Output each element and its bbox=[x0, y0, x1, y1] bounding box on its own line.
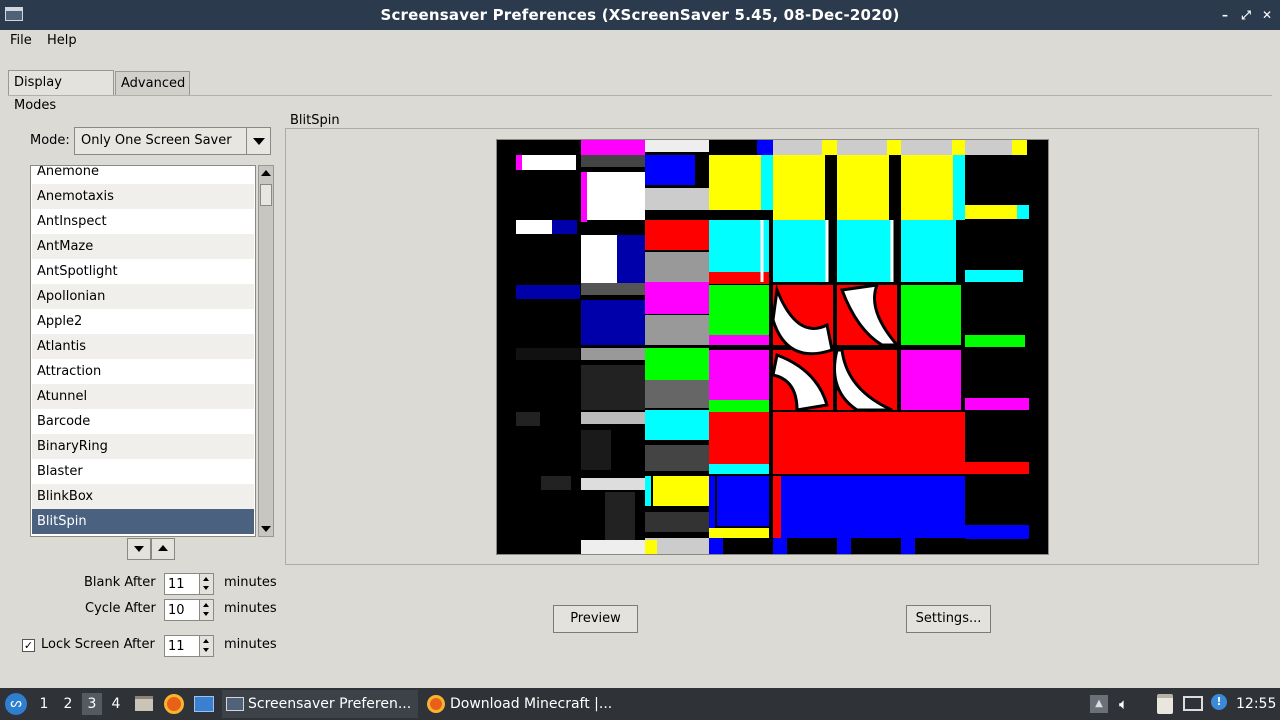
tab-advanced[interactable]: Advanced bbox=[115, 71, 190, 96]
cycle-after-label: Cycle After bbox=[85, 601, 156, 616]
blank-after-value[interactable]: 11 bbox=[168, 577, 185, 592]
task-label: Download Minecraft |... bbox=[450, 696, 613, 712]
window-title: Screensaver Preferences (XScreenSaver 5.… bbox=[380, 6, 900, 24]
network-icon[interactable] bbox=[1183, 696, 1203, 711]
lock-screen-after-value[interactable]: 11 bbox=[168, 639, 185, 654]
tab-display-modes[interactable]: Display Modes bbox=[8, 70, 114, 113]
blank-after-unit: minutes bbox=[224, 575, 277, 590]
settings-button[interactable]: Settings... bbox=[906, 605, 991, 633]
window-titlebar: Screensaver Preferences (XScreenSaver 5.… bbox=[0, 0, 1280, 30]
lock-screen-after-label[interactable]: Lock Screen After bbox=[41, 637, 155, 652]
preview-button[interactable]: Preview bbox=[553, 605, 638, 633]
menu-help[interactable]: Help bbox=[47, 33, 77, 48]
cycle-after-unit: minutes bbox=[224, 601, 277, 616]
clipboard-icon[interactable] bbox=[1157, 694, 1173, 714]
list-item[interactable]: Barcode bbox=[32, 409, 254, 434]
list-item[interactable]: Apollonian bbox=[32, 284, 254, 309]
taskbar-task-screensaver[interactable]: Screensaver Preferen... bbox=[222, 690, 418, 718]
list-scrollbar[interactable] bbox=[258, 165, 274, 537]
update-icon[interactable]: ! bbox=[1211, 694, 1227, 710]
scroll-up-icon[interactable] bbox=[261, 168, 271, 178]
workspace-1[interactable]: 1 bbox=[34, 693, 54, 715]
firefox-icon[interactable] bbox=[164, 694, 184, 714]
spinner-buttons[interactable] bbox=[199, 600, 213, 620]
spin-down-icon[interactable] bbox=[203, 585, 211, 593]
tab-panel-border bbox=[8, 95, 1272, 96]
list-item[interactable]: Anemotaxis bbox=[32, 184, 254, 209]
mode-label: Mode: bbox=[30, 133, 70, 148]
firefox-icon bbox=[427, 695, 445, 713]
spin-down-icon[interactable] bbox=[203, 647, 211, 655]
minimize-icon[interactable]: – bbox=[1216, 6, 1234, 24]
cycle-after-value[interactable]: 10 bbox=[168, 603, 185, 618]
spinner-buttons[interactable] bbox=[199, 636, 213, 656]
spin-down-icon[interactable] bbox=[203, 611, 211, 619]
start-menu-icon[interactable]: ᔕ bbox=[5, 693, 27, 715]
lock-screen-after-unit: minutes bbox=[224, 637, 277, 652]
spinner-buttons[interactable] bbox=[199, 574, 213, 594]
chevron-down-icon[interactable] bbox=[246, 128, 270, 154]
files-icon[interactable] bbox=[135, 696, 153, 711]
lock-screen-after-spinner[interactable]: 11 bbox=[164, 635, 214, 657]
list-item[interactable]: Apple2 bbox=[32, 309, 254, 334]
list-item[interactable]: Anemone bbox=[32, 166, 254, 184]
maximize-icon[interactable]: ⤢ bbox=[1237, 6, 1255, 24]
list-item[interactable]: AntMaze bbox=[32, 234, 254, 259]
scroll-thumb[interactable] bbox=[260, 184, 272, 206]
taskbar: ᔕ 1 2 3 4 Screensaver Preferen... Downlo… bbox=[0, 688, 1280, 720]
scroll-down-icon[interactable] bbox=[261, 524, 271, 534]
screensaver-preview-image bbox=[496, 139, 1049, 555]
list-item[interactable]: BinaryRing bbox=[32, 434, 254, 459]
lock-screen-checkbox[interactable]: ✓ bbox=[22, 639, 35, 652]
terminal-icon[interactable] bbox=[194, 696, 214, 712]
volume-icon[interactable]: 🔈︎ bbox=[1119, 694, 1139, 714]
blank-after-spinner[interactable]: 11 bbox=[164, 573, 214, 595]
list-item[interactable]: BlinkBox bbox=[32, 484, 254, 509]
preview-frame-label: BlitSpin bbox=[290, 113, 343, 128]
task-label: Screensaver Preferen... bbox=[248, 696, 412, 712]
workspace-3[interactable]: 3 bbox=[82, 693, 102, 715]
menu-file[interactable]: File bbox=[10, 33, 32, 48]
screensaver-list[interactable]: Anemone Anemotaxis AntInspect AntMaze AntSpo… bbox=[30, 165, 256, 537]
spin-up-icon[interactable] bbox=[203, 637, 211, 645]
list-item[interactable]: Attraction bbox=[32, 359, 254, 384]
previous-screensaver-button[interactable] bbox=[151, 538, 175, 560]
clock[interactable]: 12:55 bbox=[1236, 688, 1276, 720]
spin-up-icon[interactable] bbox=[203, 575, 211, 583]
menubar: File Help bbox=[0, 30, 1280, 52]
list-item[interactable]: Atunnel bbox=[32, 384, 254, 409]
next-screensaver-button[interactable] bbox=[127, 538, 151, 560]
list-item[interactable]: BlitSpin bbox=[32, 509, 254, 534]
taskbar-task-firefox[interactable]: Download Minecraft |... bbox=[424, 690, 620, 718]
mode-dropdown[interactable]: Only One Screen Saver bbox=[74, 127, 271, 155]
list-item[interactable]: Atlantis bbox=[32, 334, 254, 359]
eject-icon[interactable]: ▲ bbox=[1090, 695, 1108, 713]
mode-dropdown-value: Only One Screen Saver bbox=[81, 133, 232, 148]
list-item[interactable]: Blaster bbox=[32, 459, 254, 484]
list-item[interactable]: AntInspect bbox=[32, 209, 254, 234]
cycle-after-spinner[interactable]: 10 bbox=[164, 599, 214, 621]
list-item[interactable]: AntSpotlight bbox=[32, 259, 254, 284]
close-icon[interactable]: ✕ bbox=[1258, 6, 1276, 24]
flame-swirl-graphic bbox=[760, 220, 901, 412]
workspace-4[interactable]: 4 bbox=[106, 693, 126, 715]
spin-up-icon[interactable] bbox=[203, 601, 211, 609]
window-icon bbox=[226, 697, 244, 711]
workspace-2[interactable]: 2 bbox=[58, 693, 78, 715]
blank-after-label: Blank After bbox=[84, 575, 156, 590]
